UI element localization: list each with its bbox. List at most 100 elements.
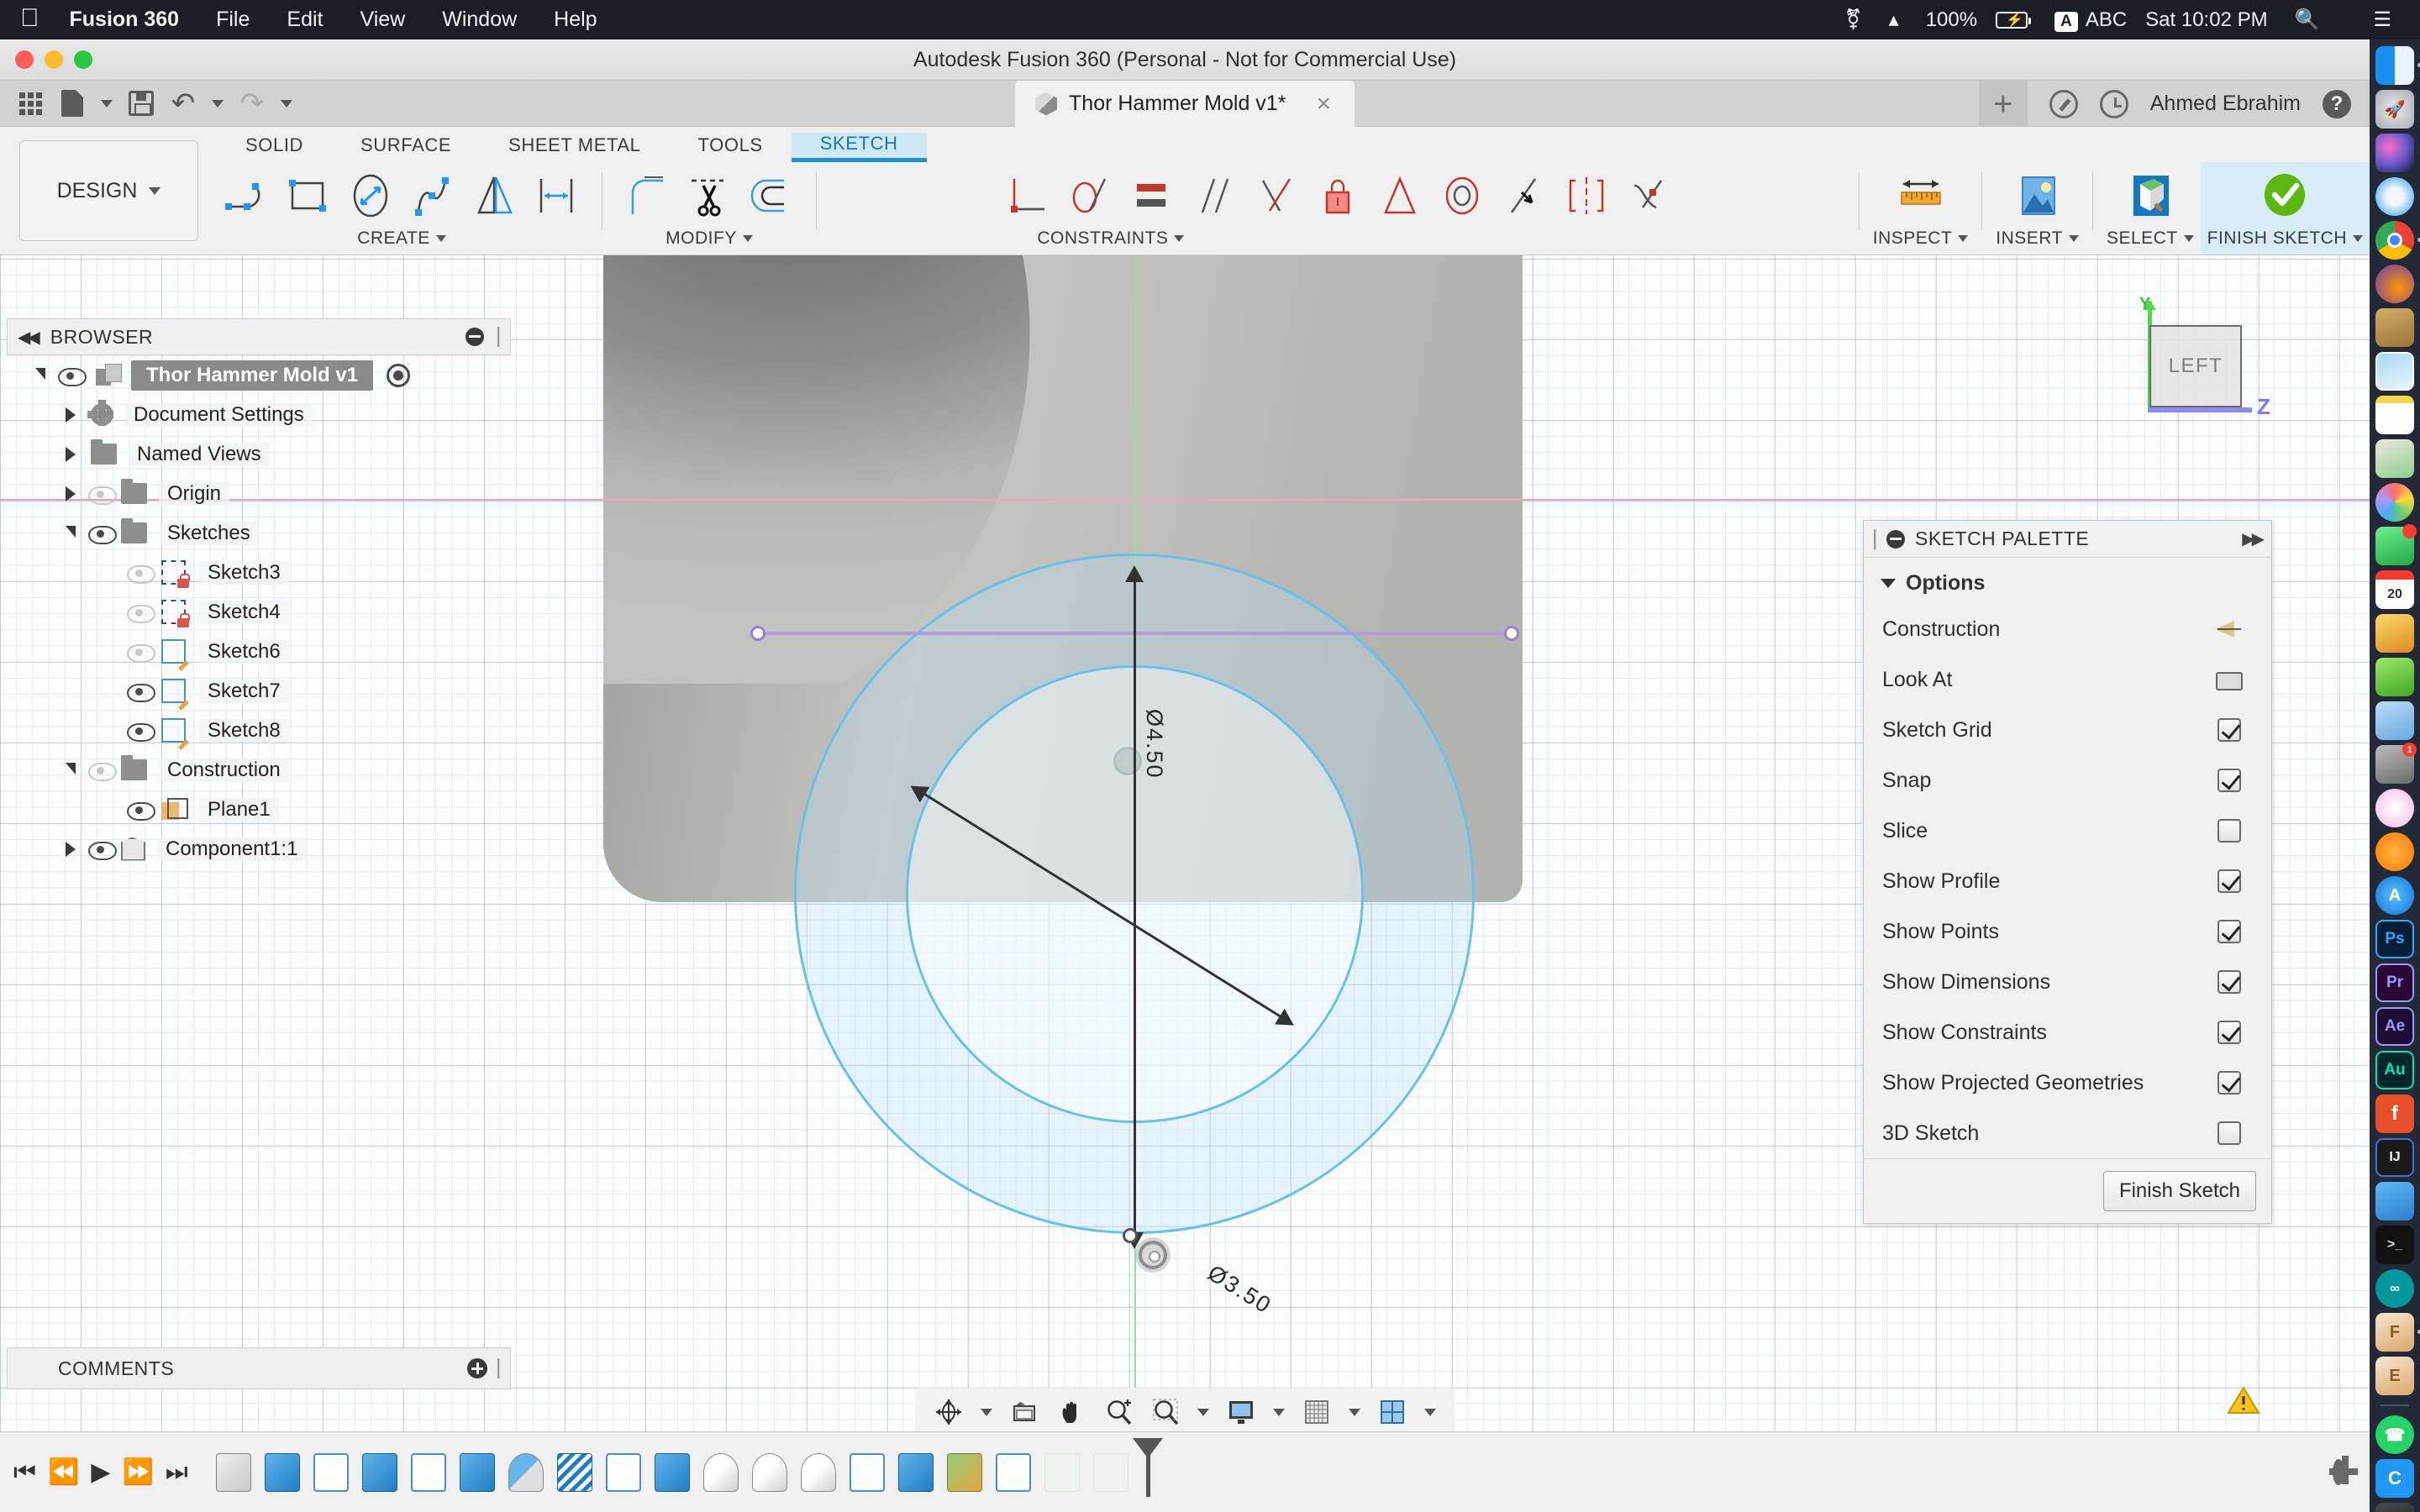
ribbon-group-select-label[interactable]: SELECT: [2107, 228, 2194, 255]
maps-icon[interactable]: [2375, 439, 2414, 478]
construction-icon[interactable]: [2216, 617, 2243, 641]
tree-item-construction[interactable]: Construction: [7, 750, 511, 790]
fusion360-icon[interactable]: F: [2375, 1313, 2420, 1352]
ribbon-group-create-label[interactable]: CREATE: [357, 228, 446, 255]
horizontal-vertical-constraint-icon[interactable]: [996, 163, 1058, 228]
perpendicular-constraint-icon[interactable]: [1244, 163, 1307, 228]
firefox-icon[interactable]: [2375, 265, 2414, 303]
numbers-icon[interactable]: [2375, 658, 2414, 696]
visibility-eye-icon[interactable]: [86, 524, 117, 544]
look-at-icon[interactable]: [1002, 1390, 1046, 1434]
visibility-eye-icon[interactable]: [55, 366, 87, 386]
panel-menu-icon[interactable]: [1886, 529, 1905, 549]
timeline-feature[interactable]: [990, 1449, 1037, 1496]
wrench-circle-icon[interactable]: [2049, 89, 2078, 118]
ribbon-group-insert-label[interactable]: INSERT: [1996, 228, 2079, 255]
preview-icon[interactable]: [2375, 701, 2414, 740]
timeline-feature[interactable]: [649, 1449, 696, 1496]
expander-closed-icon[interactable]: [55, 841, 86, 857]
orbit-dropdown-icon[interactable]: [974, 1390, 999, 1434]
palette-row-show-constraints[interactable]: Show Constraints: [1864, 1007, 2271, 1058]
tangent-constraint-icon[interactable]: [1058, 163, 1120, 228]
sketch-palette-options-header[interactable]: Options: [1864, 558, 2271, 604]
tree-item-component1[interactable]: Component1:1: [7, 829, 511, 869]
sketch-grid-checkbox[interactable]: [2217, 718, 2241, 742]
siri-icon[interactable]: [2375, 134, 2414, 172]
expander-closed-icon[interactable]: [55, 446, 86, 462]
show-points-checkbox[interactable]: [2217, 920, 2241, 943]
battery-charging-icon[interactable]: ⚡: [1991, 8, 2041, 32]
parallel-constraint-icon[interactable]: [1182, 163, 1244, 228]
timeline-feature[interactable]: [405, 1449, 452, 1496]
messages-icon[interactable]: [2375, 524, 2417, 565]
ribbon-group-constraints-label[interactable]: CONSTRAINTS: [1037, 228, 1185, 255]
terminal-icon[interactable]: >_: [2375, 1226, 2414, 1264]
palette-row-show-dimensions[interactable]: Show Dimensions: [1864, 957, 2271, 1007]
xcode-icon[interactable]: [2375, 1182, 2414, 1221]
timeline-feature[interactable]: [308, 1449, 355, 1496]
timeline-feature[interactable]: [1087, 1449, 1134, 1496]
go-to-beginning-icon[interactable]: ⏮: [13, 1458, 36, 1487]
eagle-icon[interactable]: E: [2375, 1357, 2414, 1395]
tree-item-named-views[interactable]: Named Views: [7, 434, 511, 474]
battery-percent[interactable]: 100%: [1912, 8, 1991, 32]
show-profile-checkbox[interactable]: [2217, 869, 2241, 893]
viewports-icon[interactable]: [1370, 1390, 1414, 1434]
projected-endpoint[interactable]: [750, 626, 765, 641]
expander-open-icon[interactable]: [25, 367, 55, 381]
plus-icon[interactable]: +: [1978, 81, 2028, 127]
sketch-dimension-icon[interactable]: [526, 163, 588, 228]
new-document-icon[interactable]: [54, 85, 91, 122]
timeline-feature[interactable]: [259, 1449, 306, 1496]
line-icon[interactable]: [215, 163, 277, 228]
safari-icon[interactable]: [2375, 177, 2414, 216]
palette-row-snap[interactable]: Snap: [1864, 755, 2271, 806]
viewcube-face[interactable]: LEFT: [2149, 325, 2242, 407]
visibility-eye-icon[interactable]: [124, 801, 155, 821]
finish-sketch-button[interactable]: Finish Sketch: [2102, 1171, 2256, 1211]
activate-component-radio[interactable]: [387, 363, 411, 387]
visibility-eye-icon[interactable]: [124, 722, 155, 742]
concentric-constraint-icon[interactable]: [1431, 163, 1493, 228]
3d-sketch-checkbox[interactable]: [2217, 1121, 2241, 1145]
user-name[interactable]: Ahmed Ebrahim: [2150, 92, 2301, 116]
offset-icon[interactable]: [740, 163, 802, 228]
timeline-settings-gear-icon[interactable]: [2333, 1458, 2344, 1485]
collapse-left-icon[interactable]: ◀◀: [18, 327, 40, 348]
system-preferences-icon[interactable]: 1: [2375, 743, 2417, 784]
tree-item-origin[interactable]: Origin: [7, 474, 511, 513]
workspace-switcher-button[interactable]: DESIGN: [19, 140, 198, 241]
grid-dropdown-icon[interactable]: [1342, 1390, 1367, 1434]
projected-endpoint[interactable]: [1504, 626, 1519, 641]
go-to-end-icon[interactable]: ⏭: [166, 1458, 188, 1487]
audition-icon[interactable]: Au: [2375, 1051, 2414, 1089]
visibility-eye-icon[interactable]: [86, 761, 117, 781]
finder-icon[interactable]: [2375, 46, 2420, 85]
tree-item-root-component[interactable]: Thor Hammer Mold v1: [7, 355, 511, 395]
undo-dropdown-icon[interactable]: [207, 85, 229, 122]
show-constraints-checkbox[interactable]: [2217, 1021, 2241, 1044]
zoom-window-icon[interactable]: [1144, 1390, 1187, 1434]
wifi-icon[interactable]: ▴: [1876, 8, 1912, 32]
fix-lock-constraint-icon[interactable]: [1307, 163, 1369, 228]
timeline-feature[interactable]: [746, 1449, 793, 1496]
palette-row-slice[interactable]: Slice: [1864, 806, 2271, 856]
photos-flower-icon[interactable]: [2375, 483, 2414, 522]
equal-constraint-icon[interactable]: [1120, 163, 1182, 228]
tree-item-document-settings[interactable]: Document Settings: [7, 395, 511, 434]
tab-tools[interactable]: TOOLS: [670, 134, 792, 162]
timeline-feature[interactable]: [600, 1449, 647, 1496]
palette-row-show-points[interactable]: Show Points: [1864, 906, 2271, 957]
visibility-eye-icon[interactable]: [124, 682, 155, 702]
symmetry-constraint-icon[interactable]: [1555, 163, 1618, 228]
step-forward-icon[interactable]: ⏩: [122, 1457, 153, 1487]
expand-right-icon[interactable]: ▶▶: [2242, 528, 2265, 549]
ribbon-group-finish-sketch[interactable]: FINISH SKETCH: [2200, 162, 2370, 255]
after-effects-icon[interactable]: Ae: [2375, 1007, 2414, 1046]
save-icon[interactable]: [123, 85, 160, 122]
redo-icon[interactable]: ↷: [234, 85, 271, 122]
panel-resize-handle[interactable]: [497, 327, 500, 347]
tab-sheet-metal[interactable]: SHEET METAL: [480, 134, 669, 162]
timeline-marker-icon[interactable]: [1132, 1437, 1163, 1497]
intellij-icon[interactable]: IJ: [2375, 1138, 2414, 1177]
